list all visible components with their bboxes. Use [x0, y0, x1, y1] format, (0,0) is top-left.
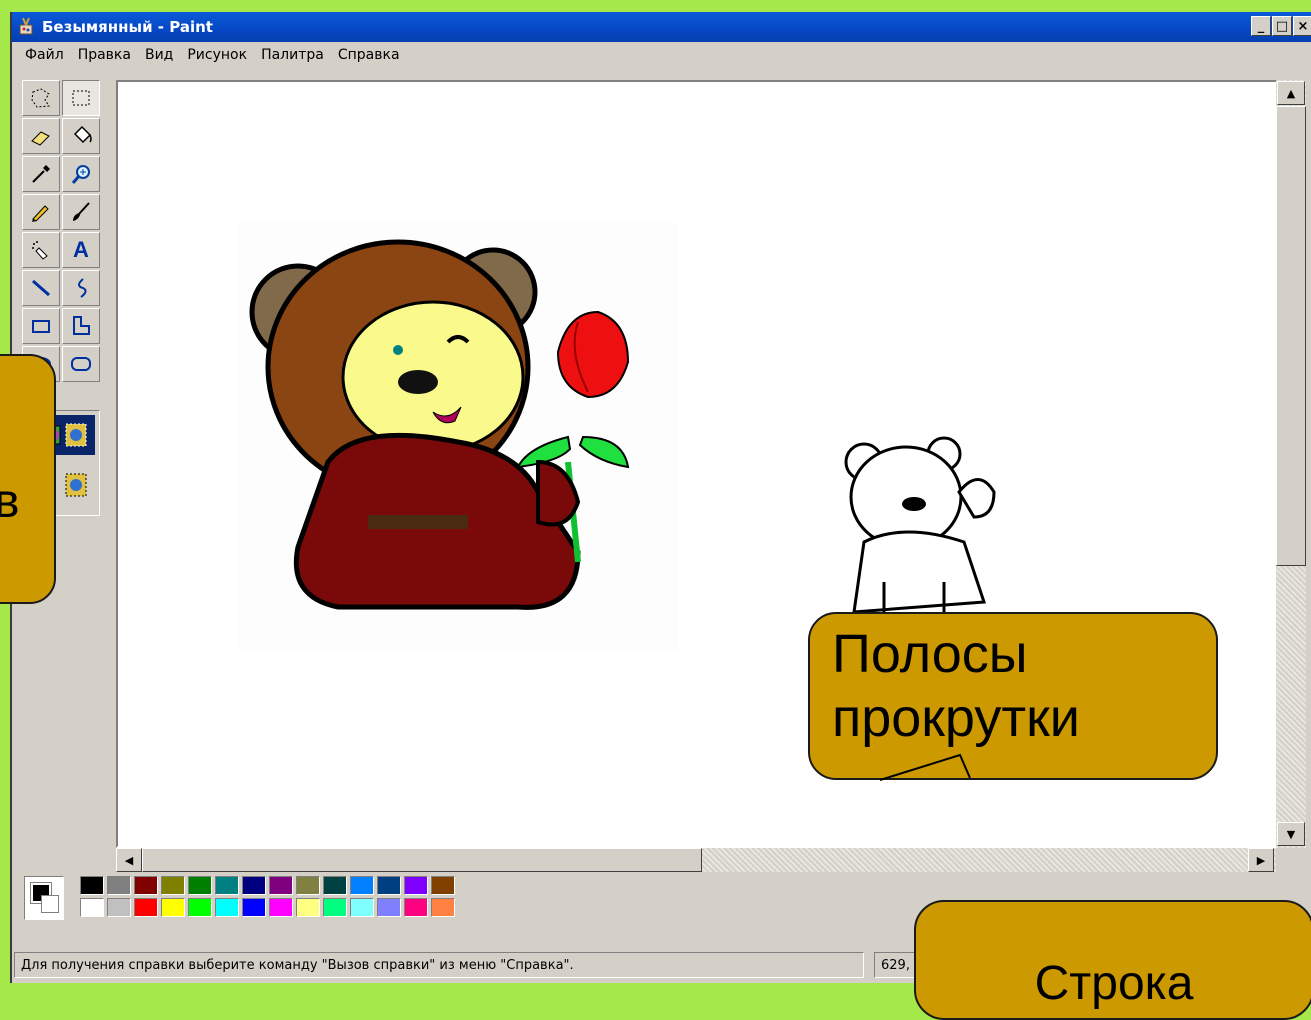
- tool-eraser[interactable]: [22, 118, 60, 154]
- palette-swatch[interactable]: [161, 876, 185, 895]
- rect-select-icon: [72, 90, 90, 106]
- palette-swatch[interactable]: [80, 876, 104, 895]
- curve-icon: [78, 278, 87, 298]
- palette-swatch[interactable]: [107, 876, 131, 895]
- palette-swatch[interactable]: [269, 876, 293, 895]
- palette-swatch[interactable]: [215, 876, 239, 895]
- tool-airbrush[interactable]: [22, 232, 60, 268]
- color-picker-icon: [32, 165, 50, 183]
- bear-outline-thumbnail: [844, 436, 996, 614]
- paint-window: Безымянный - Paint _ □ × Файл Правка Вид…: [10, 12, 1311, 983]
- vertical-scroll-thumb[interactable]: [1276, 106, 1306, 566]
- palette-swatch[interactable]: [242, 898, 266, 917]
- window-title: Безымянный - Paint: [42, 18, 213, 36]
- paint-app-icon: [19, 18, 33, 35]
- palette-swatch[interactable]: [350, 898, 374, 917]
- palette-swatch[interactable]: [107, 898, 131, 917]
- tool-line[interactable]: [22, 270, 60, 306]
- arrow-right-icon: ▶: [1256, 853, 1266, 867]
- tool-rounded-rect[interactable]: [62, 346, 100, 382]
- menu-file[interactable]: Файл: [18, 47, 71, 63]
- horizontal-scroll-thumb[interactable]: [142, 848, 702, 872]
- color-palette: [20, 874, 480, 924]
- callout-statusbar: Строка: [914, 900, 1311, 1020]
- palette-swatch[interactable]: [377, 876, 401, 895]
- menu-image[interactable]: Рисунок: [180, 47, 254, 63]
- palette-swatch[interactable]: [80, 898, 104, 917]
- eraser-icon: [31, 131, 50, 146]
- menu-bar: Файл Правка Вид Рисунок Палитра Справка: [12, 42, 1311, 68]
- palette-swatch[interactable]: [377, 898, 401, 917]
- free-select-icon: [31, 88, 50, 108]
- palette-swatch[interactable]: [134, 876, 158, 895]
- tool-free-select[interactable]: [22, 80, 60, 116]
- status-help-text: Для получения справки выберите команду "…: [14, 952, 864, 978]
- tool-text[interactable]: A: [62, 232, 100, 268]
- scroll-down-button[interactable]: ▼: [1277, 822, 1305, 846]
- palette-swatch[interactable]: [242, 876, 266, 895]
- scroll-up-button[interactable]: ▲: [1277, 81, 1305, 105]
- line-icon: [32, 279, 50, 297]
- callout-toolbox: в: [0, 354, 56, 604]
- menu-help[interactable]: Справка: [331, 47, 407, 63]
- callout-scrollbars-text: Полосы прокрутки: [832, 624, 1080, 748]
- palette-swatch[interactable]: [188, 898, 212, 917]
- close-button[interactable]: ×: [1293, 16, 1311, 36]
- scroll-left-button[interactable]: ◀: [116, 848, 142, 872]
- minimize-button[interactable]: _: [1251, 16, 1271, 36]
- palette-swatch[interactable]: [296, 876, 320, 895]
- palette-swatch[interactable]: [188, 876, 212, 895]
- palette-swatch[interactable]: [161, 898, 185, 917]
- palette-swatch[interactable]: [431, 898, 455, 917]
- tool-curve[interactable]: [62, 270, 100, 306]
- palette-swatch[interactable]: [350, 876, 374, 895]
- magnifier-icon: [71, 165, 90, 184]
- tool-brush[interactable]: [62, 194, 100, 230]
- vertical-scrollbar[interactable]: ▲ ▼: [1276, 80, 1306, 848]
- tool-rectangle[interactable]: [22, 308, 60, 344]
- arrow-left-icon: ◀: [124, 853, 134, 867]
- tool-rect-select[interactable]: [62, 80, 100, 116]
- tool-magnifier[interactable]: [62, 156, 100, 192]
- scroll-right-button[interactable]: ▶: [1248, 848, 1274, 872]
- tool-polygon[interactable]: [62, 308, 100, 344]
- airbrush-icon: [32, 241, 48, 260]
- arrow-down-icon: ▼: [1286, 827, 1296, 841]
- bear-with-rose-drawing: [238, 222, 678, 652]
- polygon-icon: [73, 316, 90, 335]
- arrow-up-icon: ▲: [1286, 86, 1296, 100]
- callout-pointer-line: [879, 753, 971, 781]
- callout-toolbox-text: в: [0, 475, 20, 528]
- palette-swatch[interactable]: [431, 876, 455, 895]
- palette-swatch[interactable]: [404, 898, 428, 917]
- fill-icon: [73, 125, 92, 144]
- text-icon: A: [73, 237, 89, 262]
- current-colors[interactable]: [24, 876, 64, 920]
- pencil-icon: [32, 205, 49, 222]
- background-color: [41, 895, 59, 913]
- horizontal-scrollbar[interactable]: ◀ ▶: [116, 848, 1276, 872]
- palette-swatch[interactable]: [134, 898, 158, 917]
- palette-swatch[interactable]: [323, 876, 347, 895]
- tool-color-picker[interactable]: [22, 156, 60, 192]
- title-bar[interactable]: Безымянный - Paint _ □ ×: [12, 12, 1311, 42]
- maximize-button[interactable]: □: [1272, 16, 1292, 36]
- menu-colors[interactable]: Палитра: [254, 47, 331, 63]
- menu-edit[interactable]: Правка: [71, 47, 138, 63]
- tool-fill[interactable]: [62, 118, 100, 154]
- brush-icon: [73, 202, 90, 221]
- palette-swatch[interactable]: [404, 876, 428, 895]
- palette-swatch[interactable]: [269, 898, 293, 917]
- rectangle-icon: [32, 320, 50, 333]
- palette-swatch[interactable]: [296, 898, 320, 917]
- palette-swatch[interactable]: [323, 898, 347, 917]
- rounded-rect-icon: [71, 357, 91, 371]
- palette-swatch[interactable]: [215, 898, 239, 917]
- tool-pencil[interactable]: [22, 194, 60, 230]
- callout-statusbar-text: Строка: [1034, 957, 1194, 1010]
- menu-view[interactable]: Вид: [138, 47, 180, 63]
